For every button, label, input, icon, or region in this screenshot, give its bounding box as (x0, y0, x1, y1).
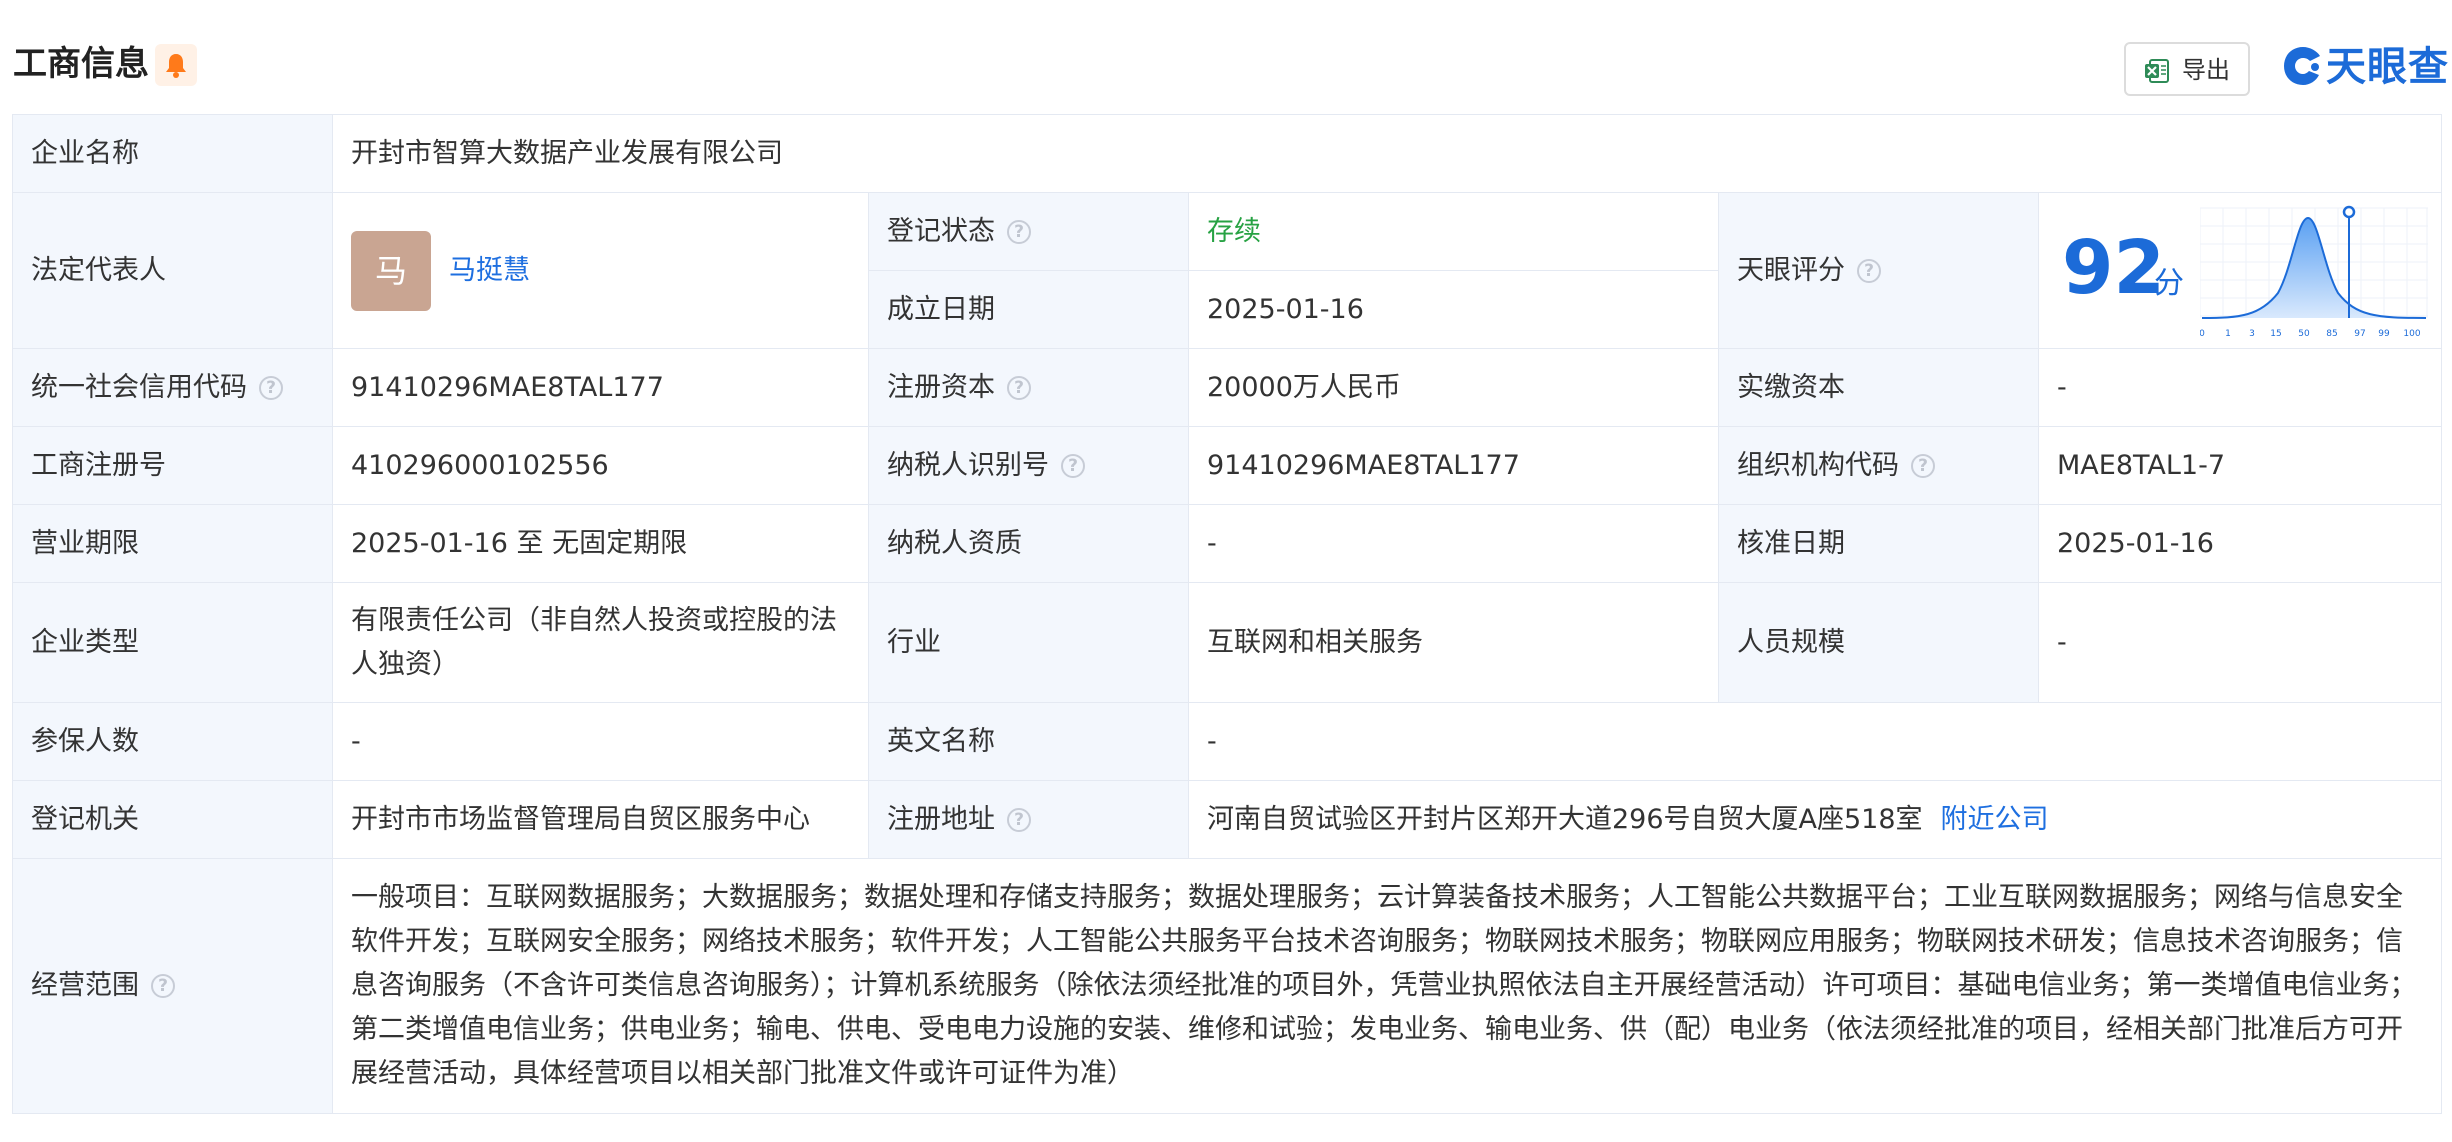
label-org-code-text: 组织机构代码 (1737, 449, 1899, 481)
value-found-date: 2025-01-16 (1189, 271, 1719, 349)
export-label: 导出 (2182, 56, 2230, 84)
value-reg-status: 存续 (1189, 193, 1719, 271)
value-biz-reg-no: 410296000102556 (333, 427, 869, 505)
value-taxpayer-id: 91410296MAE8TAL177 (1189, 427, 1719, 505)
score-tick-label: 100 (2403, 329, 2420, 339)
avatar[interactable]: 马 (351, 230, 431, 311)
score-distribution-chart[interactable]: 0 1 3 15 50 85 97 99 100 (2200, 198, 2428, 340)
label-company-name: 企业名称 (13, 115, 333, 193)
label-tianyan-score: 天眼评分? (1719, 193, 2039, 349)
question-icon[interactable]: ? (151, 974, 175, 998)
question-icon[interactable]: ? (1007, 219, 1031, 244)
excel-icon (2145, 59, 2169, 83)
value-industry: 互联网和相关服务 (1189, 583, 1719, 703)
label-legal-rep: 法定代表人 (13, 193, 333, 349)
value-org-code: MAE8TAL1-7 (2039, 427, 2441, 505)
label-industry: 行业 (869, 583, 1189, 703)
question-icon[interactable]: ? (1857, 258, 1881, 283)
label-paid-capital: 实缴资本 (1719, 349, 2039, 427)
label-found-date: 成立日期 (869, 271, 1189, 349)
score-tick-label: 1 (2225, 329, 2231, 339)
question-icon[interactable]: ? (1061, 453, 1085, 478)
value-credit-code: 91410296MAE8TAL177 (333, 349, 869, 427)
nearby-companies-link[interactable]: 附近公司 (1941, 798, 2049, 842)
label-reg-authority: 登记机关 (13, 781, 333, 859)
value-taxpayer-qual: - (1189, 505, 1719, 583)
value-approval-date: 2025-01-16 (2039, 505, 2441, 583)
value-english-name: - (1189, 703, 2441, 781)
reg-address-cell: 河南自贸试验区开封片区郑开大道296号自贸大厦A座518室 附近公司 (1189, 781, 2441, 859)
value-reg-authority: 开封市市场监督管理局自贸区服务中心 (333, 781, 869, 859)
label-taxpayer-id: 纳税人识别号? (869, 427, 1189, 505)
distribution-area (2202, 218, 2426, 318)
label-insured: 参保人数 (13, 703, 333, 781)
legal-rep-cell: 马 马挺慧 (333, 193, 869, 349)
tianyan-score-unit: 分 (2154, 266, 2184, 301)
question-icon[interactable]: ? (1007, 807, 1031, 832)
label-reg-address: 注册地址? (869, 781, 1189, 859)
label-company-type: 企业类型 (13, 583, 333, 703)
label-taxpayer-qual: 纳税人资质 (869, 505, 1189, 583)
value-reg-capital: 20000万人民币 (1189, 349, 1719, 427)
label-biz-term: 营业期限 (13, 505, 333, 583)
score-marker-dot (2342, 205, 2356, 219)
tianyancha-logo-icon (2284, 47, 2320, 85)
label-org-code: 组织机构代码? (1719, 427, 2039, 505)
business-info-panel: 工商信息 导出 天眼查 企业名称 开封市智算大数据产业发展有限公司 法定代表人 … (0, 0, 2452, 1142)
export-button[interactable]: 导出 (2124, 42, 2250, 96)
score-tick-label: 50 (2298, 329, 2310, 339)
bell-icon[interactable] (155, 44, 197, 86)
label-reg-status: 登记状态? (869, 193, 1189, 271)
label-english-name: 英文名称 (869, 703, 1189, 781)
value-insured: - (333, 703, 869, 781)
label-reg-status-text: 登记状态 (887, 215, 995, 247)
score-tick-label: 85 (2326, 329, 2337, 339)
label-approval-date: 核准日期 (1719, 505, 2039, 583)
brand-name: 天眼查 (2326, 44, 2449, 90)
value-company-name: 开封市智算大数据产业发展有限公司 (333, 115, 2441, 193)
legal-rep-link[interactable]: 马挺慧 (449, 249, 530, 293)
label-credit-code: 统一社会信用代码? (13, 349, 333, 427)
value-paid-capital: - (2039, 349, 2441, 427)
tianyan-score-value[interactable]: 92 (2062, 226, 2165, 310)
label-biz-scope: 经营范围? (13, 859, 333, 1113)
question-icon[interactable]: ? (1007, 375, 1031, 400)
label-biz-scope-text: 经营范围 (31, 970, 139, 1001)
score-tick-label: 97 (2354, 329, 2365, 339)
label-taxpayer-id-text: 纳税人识别号 (887, 449, 1049, 481)
section-title: 工商信息 (13, 44, 149, 84)
value-company-type: 有限责任公司（非自然人投资或控股的法人独资） (333, 583, 869, 703)
score-tick-label: 3 (2249, 329, 2255, 339)
label-reg-capital-text: 注册资本 (887, 371, 995, 403)
score-tick-label: 99 (2378, 329, 2390, 339)
label-staff-size: 人员规模 (1719, 583, 2039, 703)
value-reg-address: 河南自贸试验区开封片区郑开大道296号自贸大厦A座518室 (1207, 803, 1923, 835)
question-icon[interactable]: ? (1911, 453, 1935, 478)
question-icon[interactable]: ? (259, 375, 283, 400)
label-reg-capital: 注册资本? (869, 349, 1189, 427)
label-biz-reg-no: 工商注册号 (13, 427, 333, 505)
score-tick-label: 0 (2200, 329, 2205, 339)
value-biz-term: 2025-01-16 至 无固定期限 (333, 505, 869, 583)
label-credit-code-text: 统一社会信用代码 (31, 371, 247, 403)
value-biz-scope: 一般项目：互联网数据服务；大数据服务；数据处理和存储支持服务；数据处理服务；云计… (333, 859, 2441, 1113)
score-tick-label: 15 (2270, 329, 2281, 339)
label-tianyan-score-text: 天眼评分 (1737, 254, 1845, 286)
label-reg-address-text: 注册地址 (887, 803, 995, 835)
value-staff-size: - (2039, 583, 2441, 703)
